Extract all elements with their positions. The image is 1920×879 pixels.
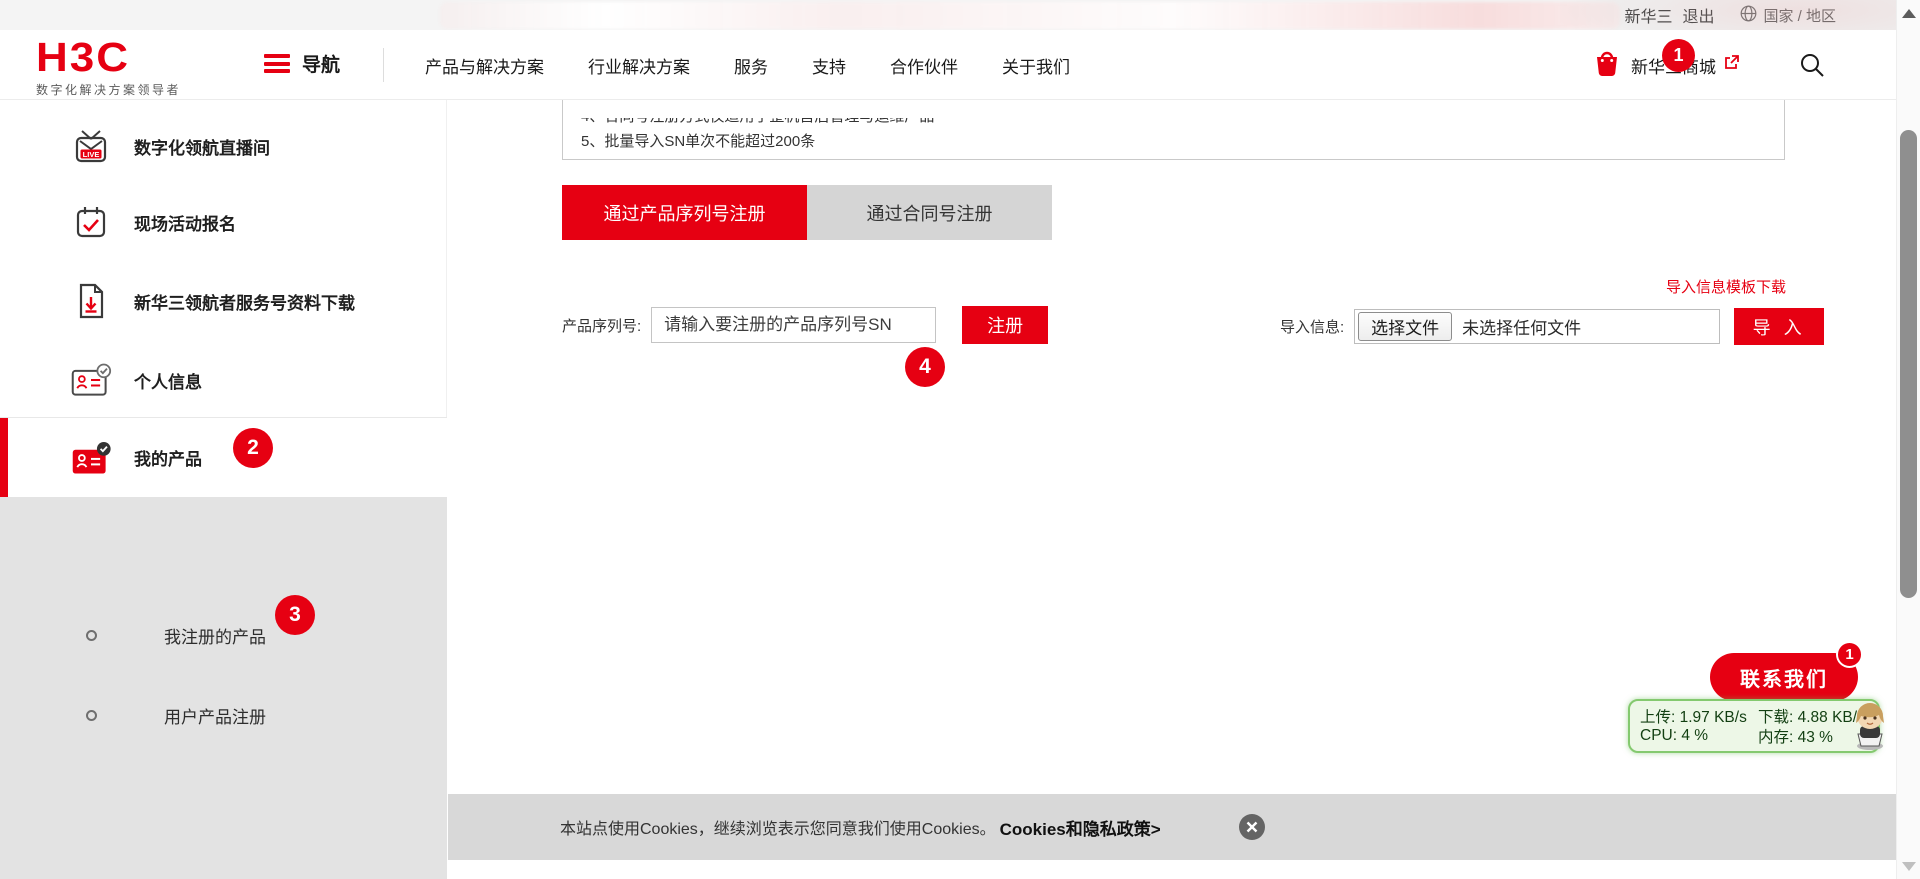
submenu-item-label: 用户产品注册	[164, 707, 266, 727]
calendar-check-icon	[70, 204, 112, 240]
submenu-item-label: 我注册的产品	[164, 627, 266, 647]
nav-item-support[interactable]: 支持	[812, 53, 846, 78]
contact-us-button[interactable]: 联系我们	[1710, 653, 1858, 701]
sidebar-item-material-download[interactable]: 新华三领航者服务号资料下载	[0, 263, 447, 339]
logo-tagline: 数字化解决方案领导者	[36, 83, 182, 97]
search-button[interactable]	[1798, 51, 1826, 79]
logo-text: H3C	[36, 35, 131, 81]
external-link-icon	[1723, 54, 1740, 76]
sidebar-item-label: 现场活动报名	[134, 214, 236, 234]
topbar-username: 新华三	[1624, 9, 1673, 26]
id-card-icon	[70, 362, 112, 398]
annotation-badge-3: 3	[275, 595, 315, 635]
nav-item-about[interactable]: 关于我们	[1002, 53, 1070, 78]
annotation-badge-1: 1	[1662, 39, 1695, 72]
nav-item-partners[interactable]: 合作伙伴	[890, 53, 958, 78]
topbar: 新华三 退出 国家 / 地区	[0, 0, 1896, 30]
search-icon	[1801, 54, 1824, 77]
nav-item-services[interactable]: 服务	[734, 53, 768, 78]
hamburger-icon	[264, 54, 290, 73]
submenu-item-user-product-registration[interactable]: 用户产品注册	[0, 685, 447, 745]
scrollbar-thumb[interactable]	[1900, 130, 1917, 598]
notice-line-4: 4、合同号注册方式仅适用于整机售后管理与运维产品	[581, 118, 1766, 129]
document-download-icon	[70, 282, 112, 320]
nav-item-industry[interactable]: 行业解决方案	[588, 53, 690, 78]
upload-speed: 上传: 1.97 KB/s	[1640, 709, 1747, 726]
desktop-mascot	[1842, 696, 1898, 757]
sidebar-item-label: 新华三领航者服务号资料下载	[134, 293, 355, 313]
notice-line-5: 5、批量导入SN单次不能超过200条	[581, 133, 816, 150]
cpu-usage: CPU: 4 %	[1640, 727, 1709, 744]
logout-link[interactable]: 退出	[1682, 3, 1714, 27]
file-status-text: 未选择任何文件	[1462, 319, 1582, 338]
cart-icon	[1590, 46, 1624, 85]
import-label: 导入信息:	[1280, 319, 1345, 336]
file-input[interactable]: 选择文件 未选择任何文件	[1354, 309, 1721, 344]
svg-text:LIVE: LIVE	[83, 150, 100, 159]
sidebar-submenu: 我注册的产品 用户产品注册	[0, 497, 447, 879]
close-icon	[1246, 821, 1258, 833]
import-row: 导入信息: 选择文件 未选择任何文件 导 入	[1280, 308, 1825, 345]
sidebar-item-label: 个人信息	[134, 372, 202, 392]
h3c-logo[interactable]: H3C 数字化解决方案领导者	[36, 36, 181, 98]
id-card-filled-icon	[70, 439, 112, 477]
cookie-banner: 本站点使用Cookies，继续浏览表示您同意我们使用Cookies。 Cooki…	[448, 794, 1896, 860]
main-nav: 产品与解决方案 行业解决方案 服务 支持 合作伙伴 关于我们	[425, 30, 1070, 100]
tab-register-by-contract[interactable]: 通过合同号注册	[807, 185, 1052, 240]
sidebar-item-label: 我的产品	[134, 450, 202, 469]
globe-icon	[1740, 5, 1757, 26]
sidebar-item-event-signup[interactable]: 现场活动报名	[0, 184, 447, 260]
vertical-scrollbar[interactable]	[1896, 0, 1920, 879]
main-content: 4、合同号注册方式仅适用于整机售后管理与运维产品 5、批量导入SN单次不能超过2…	[448, 100, 1896, 879]
import-button[interactable]: 导 入	[1734, 308, 1825, 345]
header: H3C 数字化解决方案领导者 导航 产品与解决方案 行业解决方案 服务 支持 合…	[0, 30, 1896, 100]
cookie-policy-link[interactable]: Cookies和隐私政策>	[1000, 815, 1161, 840]
tab-register-by-serial[interactable]: 通过产品序列号注册	[562, 185, 807, 240]
annotation-badge-4: 4	[905, 347, 945, 387]
serial-number-input[interactable]	[651, 307, 937, 343]
sidebar-item-label: 数字化领航直播间	[134, 138, 270, 158]
choose-file-button[interactable]: 选择文件	[1358, 312, 1453, 341]
annotation-badge-2: 2	[233, 428, 273, 468]
notice-box: 4、合同号注册方式仅适用于整机售后管理与运维产品 5、批量导入SN单次不能超过2…	[562, 100, 1785, 160]
region-selector[interactable]: 国家 / 地区	[1740, 5, 1836, 26]
bullet-icon	[86, 629, 97, 641]
sidebar-item-live-room[interactable]: LIVE 数字化领航直播间	[0, 108, 447, 184]
scroll-up-arrow-icon[interactable]	[1902, 9, 1916, 18]
live-icon: LIVE	[70, 128, 112, 164]
redacted-user-info	[440, 2, 1620, 29]
header-divider	[383, 48, 384, 82]
nav-item-products[interactable]: 产品与解决方案	[425, 53, 544, 78]
cookie-close-button[interactable]	[1238, 814, 1265, 840]
region-label: 国家 / 地区	[1763, 7, 1836, 25]
scroll-down-arrow-icon[interactable]	[1902, 862, 1916, 871]
template-download-link[interactable]: 导入信息模板下载	[1608, 276, 1786, 297]
register-button[interactable]: 注册	[962, 306, 1049, 344]
cookie-text: 本站点使用Cookies，继续浏览表示您同意我们使用Cookies。	[560, 821, 996, 838]
nav-toggle-label: 导航	[302, 55, 341, 76]
sidebar: LIVE 数字化领航直播间 现场活动报名 新华三领航者服务号资料下载 个人信息 …	[0, 100, 447, 879]
page: 新华三 退出 国家 / 地区 H3C 数字化解决方案领导者 导航 产品与解决方案…	[0, 0, 1920, 879]
registration-tabs: 通过产品序列号注册 通过合同号注册	[562, 185, 1052, 240]
sidebar-item-personal-info[interactable]: 个人信息	[0, 342, 447, 418]
submenu-item-my-registered-products[interactable]: 我注册的产品	[0, 605, 447, 665]
annotation-badge-contact: 1	[1836, 641, 1863, 668]
nav-toggle-button[interactable]: 导航	[264, 50, 340, 77]
sidebar-item-my-products[interactable]: 我的产品	[0, 418, 447, 497]
serial-number-label: 产品序列号:	[562, 317, 642, 335]
serial-number-row: 产品序列号: 注册	[562, 306, 1049, 344]
bullet-icon	[86, 709, 97, 721]
